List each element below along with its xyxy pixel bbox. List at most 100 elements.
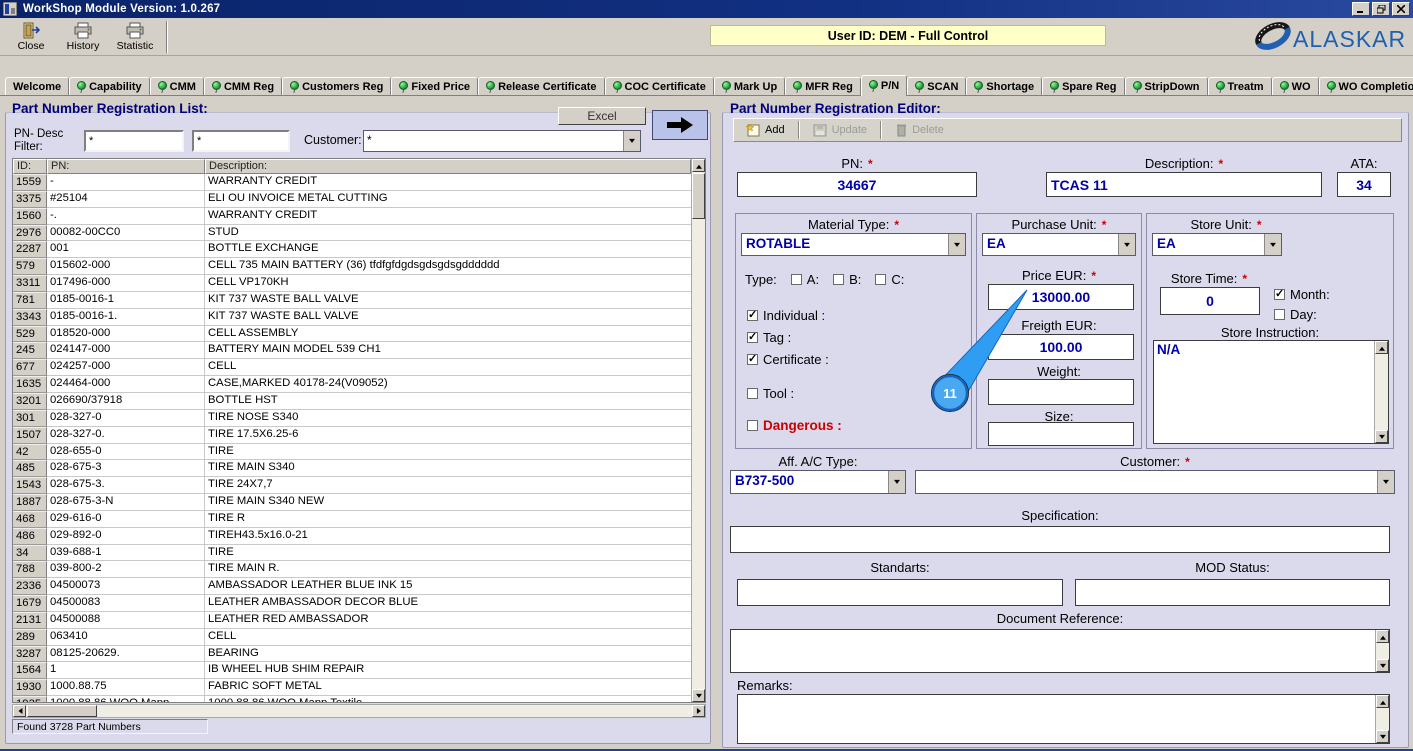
tab-mark-up[interactable]: Mark Up — [714, 77, 785, 96]
table-row[interactable]: 1887028-675-3-NTIRE MAIN S340 NEW — [13, 494, 691, 511]
checkbox-certificate[interactable]: Certificate : — [747, 352, 842, 367]
chevron-down-icon[interactable] — [1264, 234, 1281, 255]
tab-mfr-reg[interactable]: MFR Reg — [785, 77, 861, 96]
table-vertical-scrollbar[interactable] — [691, 159, 705, 702]
tab-scan[interactable]: SCAN — [907, 77, 966, 96]
scroll-down-icon[interactable] — [1375, 430, 1388, 443]
table-row[interactable]: 167904500083LEATHER AMBASSADOR DECOR BLU… — [13, 595, 691, 612]
tab-spare-reg[interactable]: Spare Reg — [1042, 77, 1124, 96]
textarea-scrollbar[interactable] — [1375, 695, 1389, 743]
table-row[interactable]: 468029-616-0TIRE R — [13, 511, 691, 528]
table-row[interactable]: 1560-.WARRANTY CREDIT — [13, 208, 691, 225]
table-row[interactable]: 19351000.88.86 WOO Mapp1000.88.86 WOO Ma… — [13, 696, 691, 702]
table-row[interactable]: 1559-WARRANTY CREDIT — [13, 174, 691, 191]
scroll-up-icon[interactable] — [1375, 341, 1388, 354]
column-header-description[interactable]: Description: — [205, 159, 691, 174]
table-row[interactable]: 34039-688-1TIRE — [13, 545, 691, 562]
document-reference-textarea[interactable] — [730, 629, 1390, 673]
table-row[interactable]: 677024257-000CELL — [13, 359, 691, 376]
tab-welcome[interactable]: Welcome — [5, 77, 69, 96]
tab-release-certificate[interactable]: Release Certificate — [478, 77, 604, 96]
scroll-down-icon[interactable] — [692, 689, 705, 702]
tab-cmm[interactable]: CMM — [150, 77, 204, 96]
scroll-down-icon[interactable] — [1376, 730, 1389, 743]
scrollbar-thumb[interactable] — [27, 705, 97, 717]
description-input[interactable] — [1046, 172, 1322, 197]
mod-status-input[interactable] — [1075, 579, 1390, 606]
table-row[interactable]: 33430185-0016-1.KIT 737 WASTE BALL VALVE — [13, 309, 691, 326]
tab-treatm[interactable]: Treatm — [1208, 77, 1272, 96]
store-time-input[interactable] — [1160, 287, 1260, 315]
scrollbar-thumb[interactable] — [692, 173, 705, 219]
remarks-textarea[interactable] — [737, 694, 1390, 744]
checkbox-day[interactable]: Day: — [1274, 307, 1317, 322]
statistic-button[interactable]: Statistic — [108, 20, 162, 54]
tab-customers-reg[interactable]: Customers Reg — [282, 77, 391, 96]
update-button[interactable]: Update — [807, 120, 873, 140]
checkbox-individual[interactable]: Individual : — [747, 308, 842, 323]
textarea-scrollbar[interactable] — [1375, 630, 1389, 672]
purchase-unit-combo[interactable]: EA — [982, 233, 1136, 256]
tab-shortage[interactable]: Shortage — [966, 77, 1042, 96]
checkbox-type-c[interactable]: C: — [875, 272, 904, 287]
table-row[interactable]: 297600082-00CC0STUD — [13, 225, 691, 242]
textarea-scrollbar[interactable] — [1374, 341, 1388, 443]
pn-input[interactable] — [737, 172, 977, 197]
chevron-down-icon[interactable] — [888, 471, 905, 493]
scroll-up-icon[interactable] — [1376, 695, 1389, 708]
checkbox-tool[interactable]: Tool : — [747, 386, 842, 401]
go-arrow-button[interactable] — [652, 110, 708, 140]
scroll-up-icon[interactable] — [1376, 630, 1389, 643]
close-button[interactable]: Close — [6, 20, 56, 54]
customer-combo[interactable] — [915, 470, 1395, 494]
checkbox-type-a[interactable]: A: — [791, 272, 819, 287]
tab-wo-completion[interactable]: WO Completion — [1319, 77, 1413, 96]
table-row[interactable]: 1543028-675-3.TIRE 24X7,7 — [13, 477, 691, 494]
ata-input[interactable] — [1337, 172, 1391, 197]
customer-filter-combo[interactable]: * — [363, 130, 641, 152]
scroll-down-icon[interactable] — [1376, 659, 1389, 672]
tab-capability[interactable]: Capability — [69, 77, 150, 96]
checkbox-dangerous[interactable]: Dangerous : — [747, 418, 842, 433]
table-row[interactable]: 2287001BOTTLE EXCHANGE — [13, 241, 691, 258]
specification-input[interactable] — [730, 526, 1390, 553]
tab-fixed-price[interactable]: Fixed Price — [391, 77, 478, 96]
table-row[interactable]: 1635024464-000CASE,MARKED 40178-24(V0905… — [13, 376, 691, 393]
table-row[interactable]: 3201026690/37918BOTTLE HST — [13, 393, 691, 410]
tab-p-n[interactable]: P/N — [861, 75, 907, 96]
chevron-down-icon[interactable] — [1377, 471, 1394, 493]
freight-eur-input[interactable] — [988, 334, 1134, 360]
tab-cmm-reg[interactable]: CMM Reg — [204, 77, 282, 96]
chevron-down-icon[interactable] — [948, 234, 965, 255]
tab-wo[interactable]: WO — [1272, 77, 1319, 96]
add-button[interactable]: Add — [740, 120, 791, 140]
column-header-id[interactable]: ID: — [13, 159, 47, 174]
table-row[interactable]: 3311017496-000CELL VP170KH — [13, 275, 691, 292]
table-row[interactable]: 3375#25104ELI OU INVOICE METAL CUTTING — [13, 191, 691, 208]
table-row[interactable]: 7810185-0016-1KIT 737 WASTE BALL VALVE — [13, 292, 691, 309]
scroll-right-icon[interactable] — [692, 705, 705, 717]
size-input[interactable] — [988, 422, 1134, 446]
column-header-pn[interactable]: PN: — [47, 159, 205, 174]
chevron-down-icon[interactable] — [1118, 234, 1135, 255]
material-type-combo[interactable]: ROTABLE — [741, 233, 966, 256]
table-row[interactable]: 529018520-000CELL ASSEMBLY — [13, 326, 691, 343]
checkbox-type-b[interactable]: B: — [833, 272, 861, 287]
tab-stripdown[interactable]: StripDown — [1125, 77, 1208, 96]
store-unit-combo[interactable]: EA — [1152, 233, 1282, 256]
standarts-input[interactable] — [737, 579, 1063, 606]
table-row[interactable]: 486029-892-0TIREH43.5x16.0-21 — [13, 528, 691, 545]
table-row[interactable]: 289063410CELL — [13, 629, 691, 646]
table-row[interactable]: 213104500088LEATHER RED AMBASSADOR — [13, 612, 691, 629]
table-row[interactable]: 328708125-20629.BEARING — [13, 646, 691, 663]
delete-button[interactable]: Delete — [889, 120, 950, 140]
history-button[interactable]: History — [58, 20, 108, 54]
minimize-button[interactable] — [1352, 2, 1370, 16]
ac-type-combo[interactable]: B737-500 — [730, 470, 906, 494]
scroll-left-icon[interactable] — [13, 705, 26, 717]
desc-filter-input[interactable] — [192, 130, 290, 152]
table-row[interactable]: 301028-327-0TIRE NOSE S340 — [13, 410, 691, 427]
checkbox-tag[interactable]: Tag : — [747, 330, 842, 345]
table-row[interactable]: 579015602-000CELL 735 MAIN BATTERY (36) … — [13, 258, 691, 275]
table-row[interactable]: 485028-675-3TIRE MAIN S340 — [13, 460, 691, 477]
